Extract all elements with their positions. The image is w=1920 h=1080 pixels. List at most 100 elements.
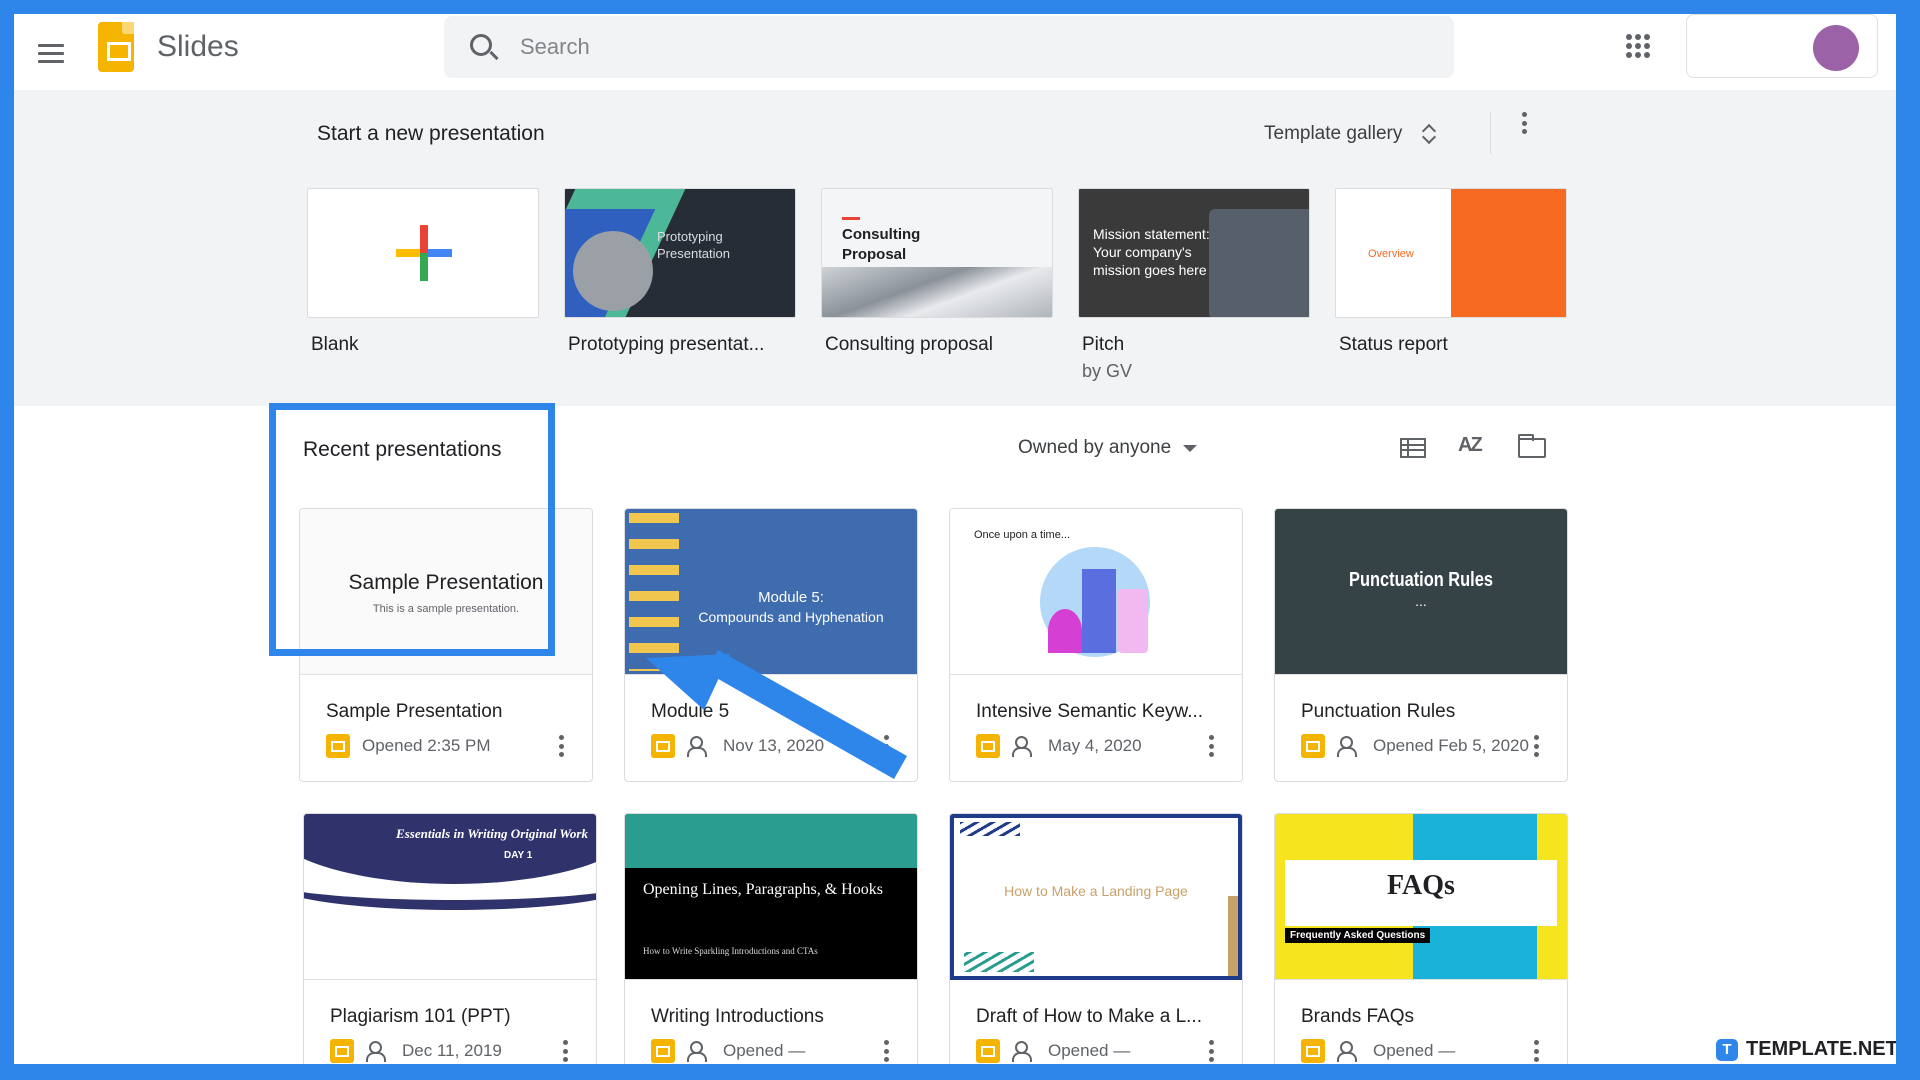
shared-icon xyxy=(1012,736,1036,757)
thumbnail-text: Consulting Proposal xyxy=(842,226,921,263)
template-gallery-label: Template gallery xyxy=(1264,123,1403,144)
recent-title: Recent presentations xyxy=(303,438,502,461)
search-input[interactable] xyxy=(520,28,1420,66)
search-bar[interactable] xyxy=(444,16,1454,78)
presentation-title: Sample Presentation xyxy=(326,701,503,722)
slides-file-icon xyxy=(1301,734,1325,758)
thumbnail-title: Module 5: xyxy=(758,589,824,606)
accent-bar xyxy=(842,217,860,220)
presentation-thumbnail[interactable]: FAQs Frequently Asked Questions xyxy=(1275,814,1567,980)
decorative-image xyxy=(573,231,653,311)
card-more-icon[interactable] xyxy=(1533,735,1539,757)
folder-picker-icon[interactable] xyxy=(1518,434,1546,458)
slides-file-icon xyxy=(1301,1039,1325,1063)
presentation-thumbnail[interactable]: Essentials in Writing Original Work DAY … xyxy=(304,814,596,980)
presentation-card[interactable]: Opening Lines, Paragraphs, & Hooks How t… xyxy=(624,813,918,1064)
template-name: Status report xyxy=(1339,334,1448,355)
template-thumbnail[interactable]: Overview xyxy=(1335,188,1567,318)
template-name: Pitch xyxy=(1082,334,1125,355)
card-more-icon[interactable] xyxy=(883,1040,889,1062)
app-window: Slides Start a new presentation Template… xyxy=(14,14,1896,1064)
app-name[interactable]: Slides xyxy=(157,30,239,64)
presentation-meta: May 4, 2020 xyxy=(976,733,1142,759)
mountain-image xyxy=(822,267,1052,317)
teal-band xyxy=(625,814,917,868)
presentation-meta: Opened — xyxy=(1301,1038,1455,1064)
thumbnail-title: Essentials in Writing Original Work xyxy=(396,826,588,841)
thumbnail-title: How to Make a Landing Page xyxy=(1004,883,1188,899)
caret-down-icon xyxy=(1183,444,1198,452)
last-opened: May 4, 2020 xyxy=(1048,736,1142,755)
template-thumbnail[interactable] xyxy=(307,188,539,318)
template-thumbnail[interactable]: Consulting Proposal xyxy=(821,188,1053,318)
template-blank[interactable]: Blank xyxy=(307,188,539,356)
presentation-card[interactable]: Punctuation Rules ... Punctuation Rules … xyxy=(1274,508,1568,782)
presentation-title: Module 5 xyxy=(651,701,730,722)
presentation-card[interactable]: Sample Presentation This is a sample pre… xyxy=(299,508,593,782)
presentation-thumbnail[interactable]: How to Make a Landing Page xyxy=(950,814,1242,980)
presentation-thumbnail[interactable]: Opening Lines, Paragraphs, & Hooks How t… xyxy=(625,814,917,980)
card-more-icon[interactable] xyxy=(1208,1040,1214,1062)
presentation-card[interactable]: FAQs Frequently Asked Questions Brands F… xyxy=(1274,813,1568,1064)
presentation-thumbnail[interactable]: Once upon a time... xyxy=(950,509,1242,675)
owner-filter-label: Owned by anyone xyxy=(1018,437,1172,458)
thumbnail-subtitle: This is a sample presentation. xyxy=(372,603,520,615)
template-thumbnail[interactable]: Mission statement: Your company's missio… xyxy=(1078,188,1310,318)
presentation-thumbnail[interactable]: Sample Presentation This is a sample pre… xyxy=(300,509,592,675)
last-opened: Opened Feb 5, 2020 xyxy=(1373,736,1529,755)
presentation-meta: Opened — xyxy=(976,1038,1130,1064)
last-opened: Opened — xyxy=(723,1041,806,1060)
last-opened: Opened — xyxy=(1048,1041,1131,1060)
main-menu-icon[interactable] xyxy=(38,44,64,63)
thumbnail-text: Overview xyxy=(1368,248,1414,260)
template-consulting[interactable]: Consulting Proposal Consulting proposal xyxy=(821,188,1053,356)
sort-icon[interactable]: AZ xyxy=(1458,434,1483,457)
plus-icon xyxy=(396,225,452,281)
slides-logo-icon[interactable] xyxy=(98,22,134,72)
presentation-card[interactable]: How to Make a Landing Page Draft of How … xyxy=(949,813,1243,1064)
account-area[interactable] xyxy=(1686,14,1878,78)
card-more-icon[interactable] xyxy=(1533,1040,1539,1062)
thumbnail-subtitle: Compounds and Hyphenation xyxy=(698,609,884,625)
presentation-card[interactable]: Essentials in Writing Original Work DAY … xyxy=(303,813,597,1064)
presentation-card[interactable]: Module 5: Compounds and Hyphenation Modu… xyxy=(624,508,918,782)
presentation-card[interactable]: Once upon a time... Intensive Semantic K… xyxy=(949,508,1243,782)
slides-file-icon xyxy=(326,734,350,758)
owner-filter-dropdown[interactable]: Owned by anyone xyxy=(1018,432,1198,464)
last-opened: Opened — xyxy=(1373,1041,1456,1060)
illustration-plant xyxy=(1048,609,1082,653)
presentation-thumbnail[interactable]: Module 5: Compounds and Hyphenation xyxy=(625,509,917,675)
template-name: Consulting proposal xyxy=(825,334,993,355)
card-more-icon[interactable] xyxy=(1208,735,1214,757)
template-status-report[interactable]: Overview Status report xyxy=(1335,188,1567,356)
card-more-icon[interactable] xyxy=(883,735,889,757)
presentation-thumbnail[interactable]: Punctuation Rules ... xyxy=(1275,509,1567,675)
thumbnail-subtitle: How to Write Sparkling Introductions and… xyxy=(643,946,818,956)
template-thumbnail[interactable]: Prototyping Presentation xyxy=(564,188,796,318)
illustration-tower xyxy=(1082,569,1116,653)
wave-stripe xyxy=(304,850,596,910)
template-pitch[interactable]: Mission statement: Your company's missio… xyxy=(1078,188,1310,382)
card-more-icon[interactable] xyxy=(558,735,564,757)
card-more-icon[interactable] xyxy=(562,1040,568,1062)
shared-icon xyxy=(366,1041,390,1062)
template-gallery-button[interactable]: Template gallery xyxy=(1264,116,1436,152)
more-options-icon[interactable] xyxy=(1521,112,1527,134)
thumbnail-title: FAQs xyxy=(1387,870,1455,901)
decorative-lines xyxy=(964,952,1034,972)
shared-icon xyxy=(1337,736,1361,757)
list-view-icon[interactable] xyxy=(1400,438,1426,458)
presentation-title: Writing Introductions xyxy=(651,1006,824,1027)
watermark: T TEMPLATE.NET xyxy=(1716,1038,1896,1061)
thumbnail-title: Punctuation Rules xyxy=(1349,569,1493,591)
search-icon[interactable] xyxy=(470,34,492,56)
thumbnail-text: Mission statement: Your company's missio… xyxy=(1093,226,1210,279)
presentation-meta: Opened — xyxy=(651,1038,805,1064)
decorative-bar xyxy=(1228,896,1238,976)
slides-file-icon xyxy=(976,734,1000,758)
template-prototyping[interactable]: Prototyping Presentation Prototyping pre… xyxy=(564,188,796,356)
google-apps-icon[interactable] xyxy=(1626,34,1650,58)
illustration-shape xyxy=(1118,589,1148,653)
avatar[interactable] xyxy=(1813,25,1859,71)
thumbnail-subtitle: DAY 1 xyxy=(504,850,533,861)
